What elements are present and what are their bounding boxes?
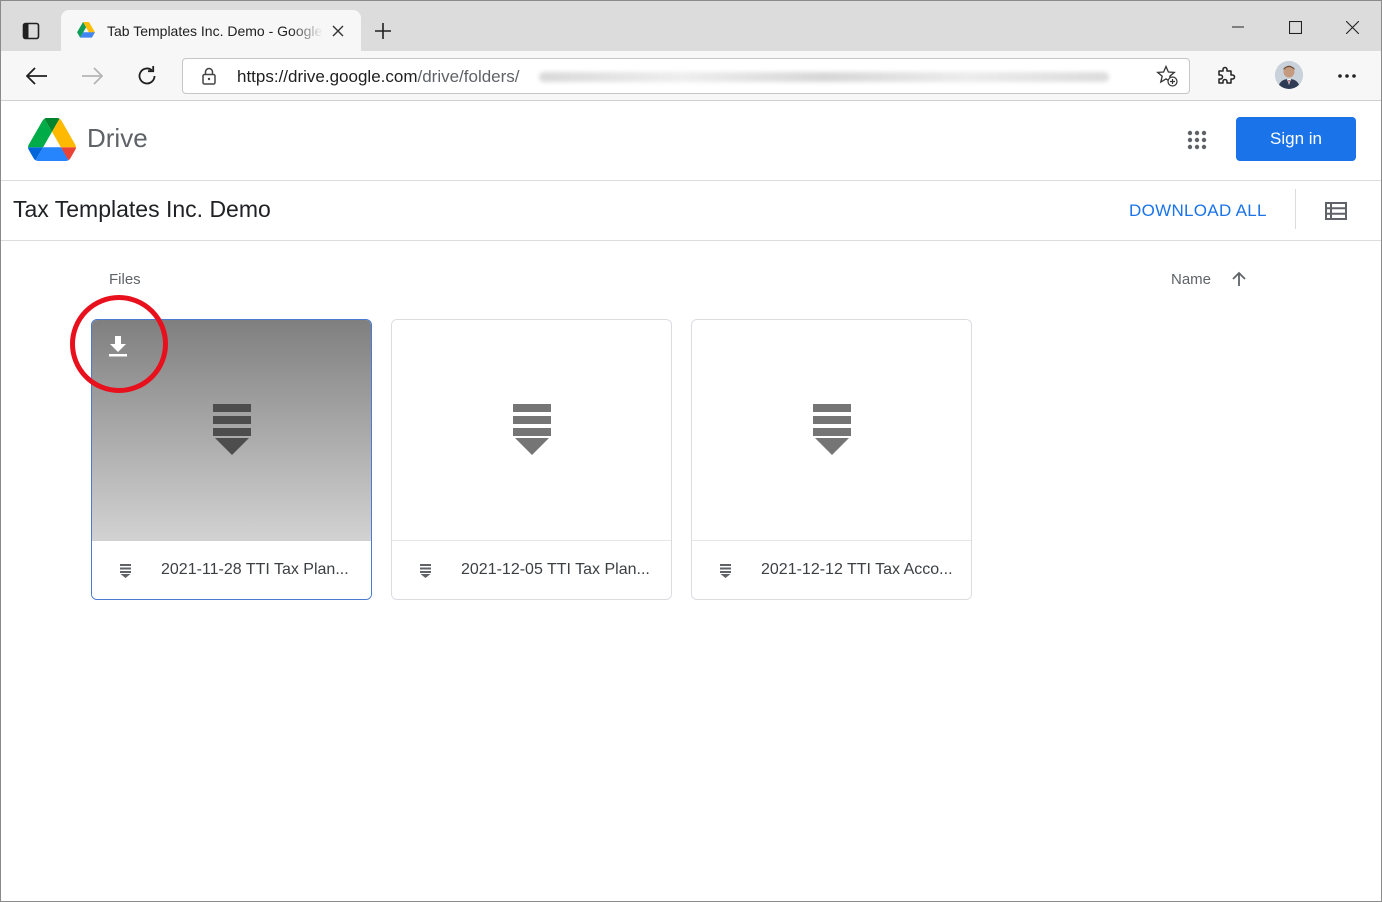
forward-arrow-icon (82, 67, 103, 85)
folder-bar: Tax Templates Inc. Demo DOWNLOAD ALL (1, 181, 1381, 241)
minimize-button[interactable] (1215, 7, 1261, 47)
favorites-star-icon (1156, 65, 1178, 87)
profile-avatar[interactable] (1275, 61, 1303, 89)
maximize-icon (1288, 20, 1302, 34)
file-name: 2021-12-12 TTI Tax Acco... (761, 561, 953, 578)
drive-favicon (77, 21, 95, 40)
file-thumbnail[interactable] (392, 320, 671, 540)
sort-direction-button[interactable] (1229, 269, 1249, 289)
binary-file-icon (120, 564, 131, 578)
tab-actions-button[interactable] (15, 15, 47, 47)
back-button[interactable] (20, 60, 54, 92)
file-card[interactable]: 2021-11-28 TTI Tax Plan... (91, 319, 372, 600)
file-name: 2021-11-28 TTI Tax Plan... (161, 561, 349, 578)
add-favorite-button[interactable] (1155, 65, 1179, 87)
url-host: https://drive.google.com (237, 67, 418, 86)
browser-window: Tab Templates Inc. Demo - Google Drive (0, 0, 1382, 902)
folder-title: Tax Templates Inc. Demo (13, 196, 271, 222)
files-section-label: Files (109, 271, 141, 288)
address-bar[interactable]: https://drive.google.com/drive/folders/ (182, 58, 1190, 94)
file-card-footer[interactable]: 2021-11-28 TTI Tax Plan... (92, 540, 371, 599)
tab-strip: Tab Templates Inc. Demo - Google Drive (1, 1, 1381, 51)
new-tab-button[interactable] (369, 17, 397, 45)
forward-button[interactable] (75, 60, 109, 92)
download-file-button[interactable] (104, 332, 132, 360)
divider (1295, 189, 1296, 229)
active-tab[interactable]: Tab Templates Inc. Demo - Google Drive (61, 10, 361, 51)
tab-actions-icon (22, 22, 40, 40)
file-card[interactable]: 2021-12-12 TTI Tax Acco... (691, 319, 972, 600)
plus-icon (375, 23, 391, 39)
lock-icon[interactable] (201, 67, 217, 85)
window-close-icon (1345, 20, 1359, 34)
tab-close-button[interactable] (329, 22, 347, 40)
list-view-icon (1325, 202, 1347, 220)
download-icon (109, 336, 127, 357)
download-all-button[interactable]: DOWNLOAD ALL (1129, 201, 1267, 221)
binary-file-icon (420, 564, 431, 578)
window-close-button[interactable] (1329, 7, 1375, 47)
google-apps-button[interactable] (1179, 122, 1215, 158)
drive-logo[interactable] (28, 118, 76, 161)
reload-button[interactable] (130, 60, 164, 92)
browser-menu-button[interactable] (1331, 60, 1363, 92)
drive-wordmark[interactable]: Drive (87, 123, 148, 154)
more-menu-icon (1338, 74, 1356, 78)
browser-toolbar: https://drive.google.com/drive/folders/ (1, 51, 1381, 101)
google-apps-icon (1187, 130, 1207, 150)
binary-file-icon (512, 404, 551, 455)
maximize-button[interactable] (1272, 7, 1318, 47)
extensions-button[interactable] (1209, 60, 1243, 92)
list-view-button[interactable] (1321, 196, 1351, 226)
drive-header: Drive Sign in (1, 101, 1381, 181)
reload-icon (138, 66, 156, 85)
url-path: /drive/folders/ (417, 67, 520, 86)
binary-file-icon (720, 564, 731, 578)
sign-in-button[interactable]: Sign in (1236, 117, 1356, 161)
sort-up-arrow-icon (1232, 271, 1246, 286)
file-card-footer[interactable]: 2021-12-12 TTI Tax Acco... (692, 540, 971, 599)
minimize-icon (1232, 26, 1244, 28)
sort-by-name-button[interactable]: Name (1171, 271, 1211, 288)
tab-title: Tab Templates Inc. Demo - Google Drive (107, 22, 323, 39)
close-icon (332, 25, 344, 37)
file-card[interactable]: 2021-12-05 TTI Tax Plan... (391, 319, 672, 600)
back-arrow-icon (26, 67, 47, 85)
extensions-icon (1218, 66, 1236, 84)
url-blurred-segment (539, 72, 1109, 82)
binary-file-icon (212, 404, 251, 455)
file-thumbnail[interactable] (92, 320, 371, 540)
url-text: https://drive.google.com/drive/folders/ (237, 67, 520, 87)
file-name: 2021-12-05 TTI Tax Plan... (461, 561, 650, 578)
file-thumbnail[interactable] (692, 320, 971, 540)
file-card-footer[interactable]: 2021-12-05 TTI Tax Plan... (392, 540, 671, 599)
binary-file-icon (812, 404, 851, 455)
